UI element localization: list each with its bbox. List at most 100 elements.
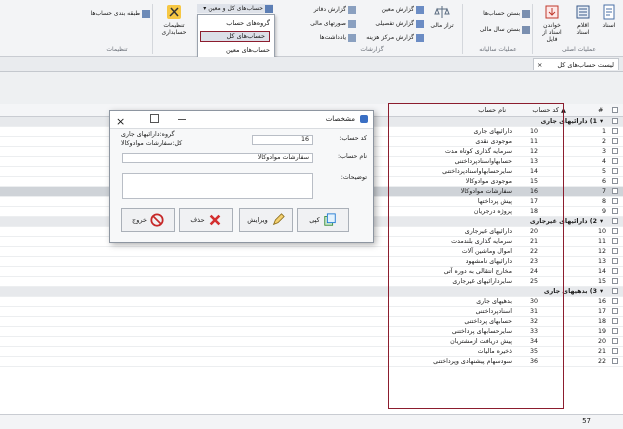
row-checkbox[interactable]	[612, 198, 618, 204]
row-checkbox[interactable]	[612, 168, 618, 174]
delete-x-icon	[209, 214, 220, 226]
menu-item-sub-accounts[interactable]: حساب‌های معین	[200, 45, 274, 56]
document-items-button[interactable]: اقلام اسناد	[570, 4, 596, 36]
report-icon	[416, 20, 424, 28]
sub-report-button[interactable]: گزارش تفصیلی	[360, 20, 424, 28]
row-number: 3	[601, 148, 606, 155]
copy-icon	[324, 213, 336, 226]
cost-center-button[interactable]: گزارش مرکز هزینه	[360, 34, 424, 42]
group-label-reports: گزارشات	[360, 46, 384, 53]
row-checkbox[interactable]	[612, 218, 618, 224]
row-checkbox[interactable]	[612, 278, 618, 284]
row-number: 12	[597, 248, 606, 255]
close-icon[interactable]: ×	[116, 115, 125, 128]
accounts-dropdown-menu: گروه‌های حساب حساب‌های کل حساب‌های معین	[197, 14, 275, 60]
ledger-report-button[interactable]: گزارش دفاتر	[286, 6, 356, 14]
description-field[interactable]	[122, 173, 313, 199]
row-checkbox[interactable]	[612, 148, 618, 154]
tab-bar: لیست حساب‌های کل ×	[0, 57, 623, 72]
reminders-button[interactable]: یادداشت‌ها	[286, 34, 356, 42]
row-number: 1	[601, 128, 606, 135]
close-year-button[interactable]: بستن سال مالی	[466, 26, 530, 34]
row-checkbox[interactable]	[612, 238, 618, 244]
row-checkbox[interactable]	[612, 228, 618, 234]
detail-report-button[interactable]: گزارش معین	[360, 6, 424, 14]
row-number: 17	[597, 308, 606, 315]
kol-info: کل:سفارشات موادوکالا	[121, 140, 183, 147]
close-accounts-button[interactable]: بستن حساب‌ها	[466, 10, 530, 18]
expand-icon[interactable]: ▾	[600, 287, 603, 296]
row-checkbox[interactable]	[612, 348, 618, 354]
row-number: 18	[597, 318, 606, 325]
expand-icon[interactable]: ▾	[600, 217, 603, 226]
row-checkbox[interactable]	[612, 288, 618, 294]
copy-button[interactable]: کپی	[297, 208, 349, 232]
scale-icon	[434, 6, 450, 18]
account-settings-button[interactable]: تنظیمات حسابداری	[156, 4, 192, 36]
row-checkbox[interactable]	[612, 358, 618, 364]
classify-accounts-button[interactable]: طبقه بندی حساب‌ها	[82, 10, 150, 18]
maximize-icon[interactable]	[150, 114, 159, 123]
row-checkbox[interactable]	[612, 258, 618, 264]
ribbon: اسناد اقلام اسناد خواندن اسناد از فایل ع…	[0, 0, 623, 57]
row-number: 13	[597, 258, 606, 265]
row-checkbox[interactable]	[612, 138, 618, 144]
row-checkbox[interactable]	[612, 268, 618, 274]
group-label-yearly: عملیات سالیانه	[479, 46, 517, 53]
row-number: 16	[597, 298, 606, 305]
row-checkbox[interactable]	[612, 118, 618, 124]
row-checkbox[interactable]	[612, 208, 618, 214]
read-document-button[interactable]: خواندن اسناد از فایل	[536, 4, 568, 43]
row-number: 22	[597, 358, 606, 365]
row-number: 19	[597, 328, 606, 335]
balance-button[interactable]: تراز مالی	[426, 4, 458, 29]
pencil-icon	[272, 213, 285, 226]
row-checkbox[interactable]	[612, 298, 618, 304]
close-year-icon	[522, 26, 530, 34]
row-checkbox[interactable]	[612, 328, 618, 334]
no-entry-icon	[150, 213, 164, 227]
name-label: نام حساب:	[337, 153, 367, 160]
accounts-menu-button[interactable]: حساب‌های کل و معین ▾	[197, 4, 273, 13]
row-checkbox[interactable]	[612, 308, 618, 314]
row-checkbox[interactable]	[612, 188, 618, 194]
row-checkbox[interactable]	[612, 248, 618, 254]
separator	[532, 4, 533, 54]
menu-item-general-accounts[interactable]: حساب‌های کل	[200, 31, 270, 42]
row-checkbox[interactable]	[612, 338, 618, 344]
row-number: 20	[597, 338, 606, 345]
select-all-checkbox[interactable]	[612, 107, 618, 113]
ledger-icon	[348, 6, 356, 14]
row-checkbox[interactable]	[612, 158, 618, 164]
edit-button[interactable]: ویرایش	[239, 208, 293, 232]
row-number: 8	[601, 198, 606, 205]
row-number: 21	[597, 348, 606, 355]
close-accounts-icon	[522, 10, 530, 18]
row-checkbox[interactable]	[612, 128, 618, 134]
documents-button[interactable]: اسناد	[597, 4, 621, 29]
minimize-icon[interactable]	[178, 119, 186, 120]
menu-item-account-groups[interactable]: گروه‌های حساب	[200, 18, 274, 29]
row-number: 14	[597, 268, 606, 275]
name-field[interactable]: سفارشات موادوکالا	[122, 153, 313, 163]
row-number: 11	[597, 238, 606, 245]
code-field[interactable]: 16	[252, 135, 313, 145]
separator	[462, 4, 463, 54]
row-number: 6	[601, 178, 606, 185]
row-checkbox[interactable]	[612, 318, 618, 324]
row-checkbox[interactable]	[612, 178, 618, 184]
delete-button[interactable]: حذف	[179, 208, 233, 232]
header-num[interactable]: #	[598, 104, 603, 116]
tab-general-accounts-list[interactable]: لیست حساب‌های کل ×	[533, 58, 619, 70]
chevron-down-icon: ▾	[203, 4, 207, 12]
close-icon[interactable]: ×	[537, 59, 542, 71]
expand-icon[interactable]: ▾	[600, 117, 603, 126]
exit-button[interactable]: خروج	[121, 208, 175, 232]
row-number: 10	[597, 228, 606, 235]
accounts-icon	[265, 4, 273, 13]
row-number: 2	[601, 138, 606, 145]
description-label: توضیحات:	[340, 174, 367, 181]
financial-statements-button[interactable]: صورتهای مالی	[286, 20, 356, 28]
group-info: گروه:دارائیهای جاری	[121, 131, 175, 138]
group-panel	[0, 72, 623, 104]
